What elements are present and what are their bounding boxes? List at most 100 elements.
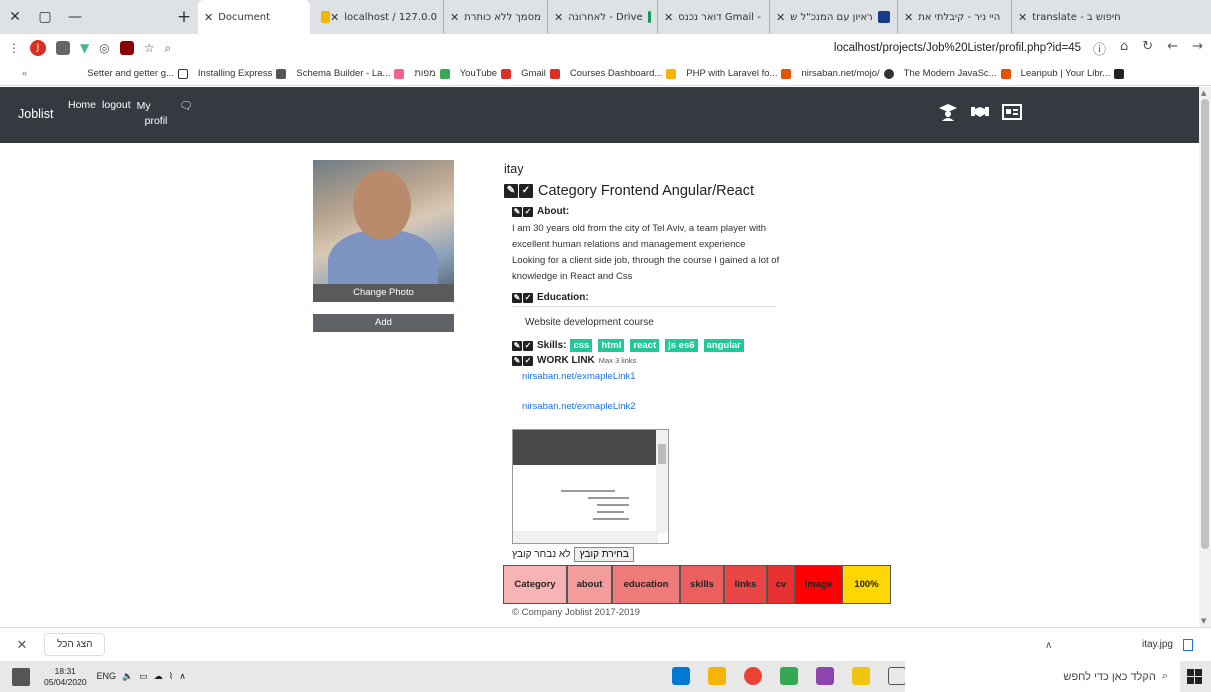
wifi-icon[interactable]: ⌇ [169, 671, 173, 682]
bookmark-item[interactable]: Setter and getter g... [87, 68, 188, 79]
id-card-icon[interactable] [1002, 103, 1022, 121]
star-bookmark-icon[interactable]: ☆ [144, 41, 155, 55]
cv-hscrollbar[interactable] [513, 531, 658, 543]
site-navbar: Joblist Home logout My profil 🗨 [0, 87, 1199, 143]
bookmark-item[interactable]: Gmail [521, 68, 560, 79]
add-button[interactable]: Add [313, 314, 454, 332]
extension-puzzle-icon[interactable] [119, 41, 134, 55]
bookmark-item[interactable]: The Modern JavaSc... [904, 68, 1011, 79]
nav-my-profil[interactable]: My profil [137, 99, 168, 129]
sourcetree-icon[interactable] [780, 667, 798, 685]
bookmark-item[interactable]: Leanpub | Your Libr... [1021, 68, 1125, 79]
tab-document[interactable]: ✕ Document [198, 0, 310, 34]
restore-window-icon[interactable]: ▢ [30, 9, 60, 25]
close-tab-icon[interactable]: ✕ [1018, 11, 1027, 24]
home-icon[interactable]: ⌂ [1120, 39, 1128, 58]
cv-document-page [543, 490, 633, 525]
close-tab-icon[interactable]: ✕ [204, 11, 213, 24]
profile-avatar[interactable]: J [30, 40, 46, 56]
skill-badge: angular [703, 339, 744, 352]
tab-gmail-inbox[interactable]: ✕ דואר נכנס Gmail - [658, 0, 770, 34]
clock[interactable]: 18:31 05/04/2020 [44, 666, 87, 688]
forward-icon[interactable]: ← [1167, 39, 1178, 58]
close-window-icon[interactable]: ✕ [0, 9, 30, 25]
close-tab-icon[interactable]: ✕ [554, 11, 563, 24]
volume-icon[interactable]: 🔈 [122, 671, 133, 682]
work-link-1[interactable]: nirsaban.net/exmapleLink1 [522, 371, 636, 382]
cv-preview[interactable] [512, 429, 669, 544]
bookmark-item[interactable]: YouTube [460, 68, 512, 79]
task-view-icon[interactable] [888, 667, 906, 685]
nav-home[interactable]: Home [68, 99, 96, 129]
download-menu-chevron-icon[interactable]: ∧ [1045, 640, 1052, 651]
download-item[interactable]: itay.jpg [1142, 638, 1211, 651]
edit-check-icon[interactable]: ✎ ✓ [512, 292, 533, 303]
nav-logout[interactable]: logout [102, 99, 131, 129]
info-icon[interactable]: ⓘ [1093, 39, 1106, 58]
progress-step-cv: cv [767, 565, 795, 604]
close-tab-icon[interactable]: ✕ [450, 11, 459, 24]
new-tab-icon[interactable]: + [170, 7, 198, 27]
udemy-icon [1000, 68, 1011, 79]
bookmark-item[interactable]: nirsaban.net/mojo/ [801, 68, 894, 79]
work-link-2[interactable]: nirsaban.net/exmapleLink2 [522, 401, 636, 412]
search-zoom-icon[interactable]: ⌕ [164, 41, 171, 56]
edit-check-icon[interactable]: ✎ ✓ [512, 206, 533, 217]
udemy-icon [781, 68, 792, 79]
k-icon [177, 68, 188, 79]
bookmark-item[interactable]: Schema Builder - La... [296, 68, 405, 79]
vscode-icon[interactable] [672, 667, 690, 685]
about-label: ✎ ✓ About: [512, 206, 570, 217]
chat-icon[interactable]: 🗨 [179, 99, 192, 129]
close-tab-icon[interactable]: ✕ [776, 11, 785, 24]
crown-icon [666, 68, 677, 79]
bookmark-item[interactable]: מפות [414, 68, 450, 79]
progress-step-links: links [724, 565, 767, 604]
menu-icon[interactable]: ⋮ [8, 41, 20, 55]
change-photo-button[interactable]: Change Photo [313, 284, 454, 302]
bookmark-item[interactable]: Courses Dashboard... [570, 68, 677, 79]
bookmarks-overflow-icon[interactable]: « [22, 68, 27, 79]
tab-google-translate[interactable]: ✕ translate - חיפוש ב [1012, 0, 1130, 34]
tab-docs[interactable]: ✕ מסמך ללא כותרת [444, 0, 548, 34]
cloud-icon[interactable]: ☁ [154, 671, 163, 682]
tab-localhost[interactable]: ✕ localhost / 127.0.0 [310, 0, 444, 34]
windows-start-icon[interactable] [1187, 669, 1202, 684]
tray-expand-icon[interactable]: ∧ [179, 671, 186, 682]
close-tab-icon[interactable]: ✕ [664, 11, 673, 24]
edit-check-icon[interactable]: ✎ ✓ [512, 355, 533, 366]
file-explorer-icon[interactable] [852, 667, 870, 685]
close-tab-icon[interactable]: ✕ [904, 11, 913, 24]
postman-icon[interactable] [708, 667, 726, 685]
edit-check-icon[interactable]: ✎ ✓ [504, 184, 533, 198]
graduate-icon[interactable] [938, 103, 958, 121]
cv-scrollbar[interactable] [656, 430, 668, 533]
show-all-button[interactable]: הצג הכל [44, 633, 106, 656]
extension-icon[interactable] [56, 41, 70, 55]
tab-gmail-reply[interactable]: ✕ היי ניר - קיבלתי את [898, 0, 1012, 34]
education-label: ✎ ✓ Education: [512, 292, 589, 303]
tab-drive[interactable]: ✕ לאחרונה - Drive [548, 0, 658, 34]
reload-icon[interactable]: ↻ [1142, 39, 1153, 58]
chrome-icon[interactable] [744, 667, 762, 685]
bookmark-item[interactable]: PHP with Laravel fo... [686, 68, 792, 79]
taskbar-search[interactable]: הקלד כאן כדי לחפש ⌕ [905, 661, 1180, 692]
edit-check-icon[interactable]: ✎ ✓ [512, 340, 533, 351]
minimize-window-icon[interactable]: — [60, 9, 90, 25]
handshake-icon[interactable] [970, 103, 990, 121]
url-field[interactable]: localhost/projects/Job%20Lister/profil.p… [834, 42, 1081, 54]
phpstorm-icon[interactable] [816, 667, 834, 685]
brand-logo[interactable]: Joblist [18, 107, 53, 121]
back-icon[interactable]: → [1192, 39, 1203, 58]
close-download-bar-icon[interactable]: ✕ [0, 637, 44, 653]
choose-file-button[interactable]: בחירת קובץ [574, 547, 634, 562]
bookmark-item[interactable]: Installing Express [198, 68, 287, 79]
tab-interview[interactable]: ✕ ראיון עם המנכ"ל ש [770, 0, 898, 34]
page-scrollbar[interactable]: ▲ ▼ [1199, 87, 1211, 627]
close-tab-icon[interactable]: ✕ [330, 11, 339, 24]
vue-extension-icon[interactable]: ▼ [80, 41, 89, 55]
notification-icon[interactable] [12, 667, 30, 686]
battery-icon[interactable]: ▭ [139, 671, 148, 682]
skill-badge: css [570, 339, 593, 352]
extension-circle-icon[interactable]: ◎ [99, 41, 109, 55]
